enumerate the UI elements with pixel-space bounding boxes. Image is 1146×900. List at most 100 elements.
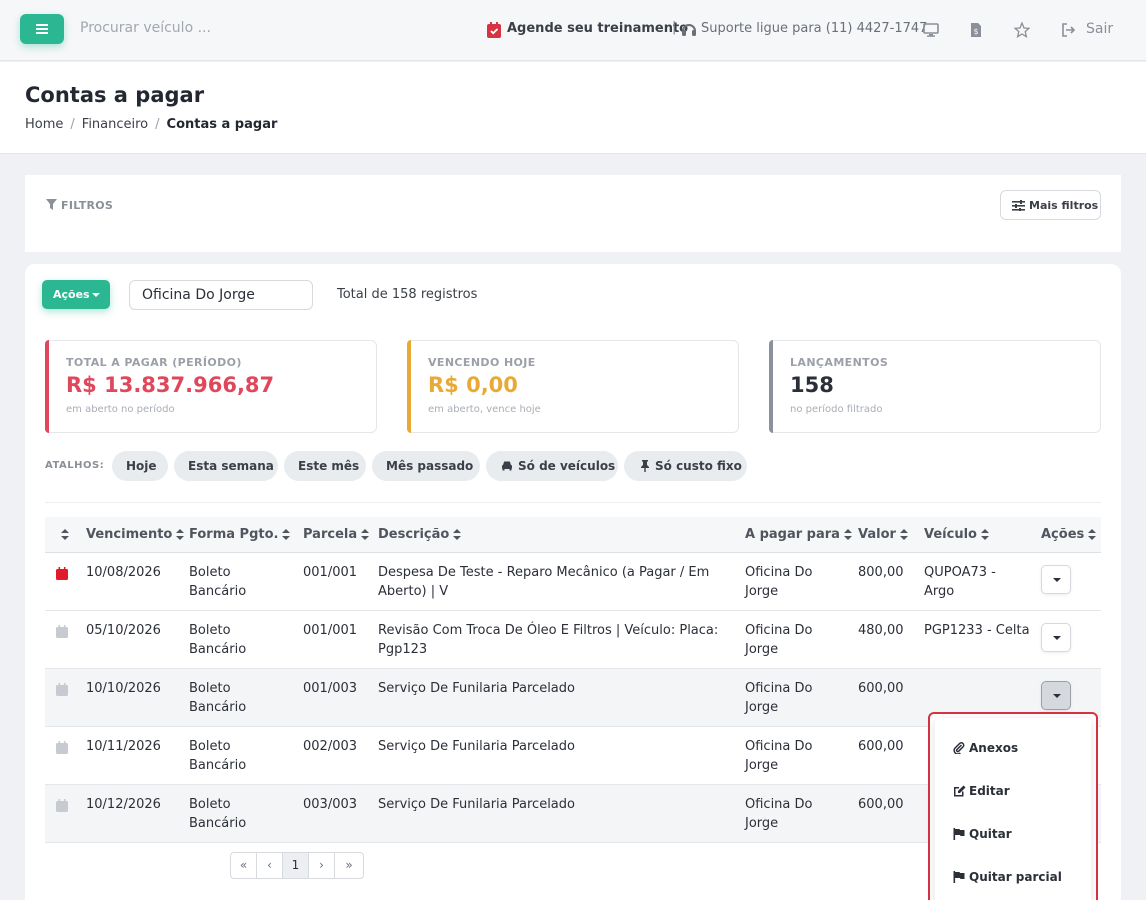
logout-button[interactable]: Sair <box>1086 21 1113 37</box>
column-header-due[interactable]: Vencimento <box>86 527 185 542</box>
total-records-text: Total de 158 registros <box>337 287 478 302</box>
payment-method: Boleto Bancário <box>189 737 246 775</box>
shortcut-this-week[interactable]: Esta semana <box>174 451 278 481</box>
filters-panel: FILTROS Mais filtros <box>25 175 1121 252</box>
stat-label: VENCENDO HOJE <box>428 356 536 369</box>
column-header-payment-method[interactable]: Forma Pgto. <box>189 527 291 542</box>
table-row[interactable]: 10/08/2026 Boleto Bancário 001/001 Despes… <box>45 553 1101 611</box>
calendar-icon <box>56 741 68 754</box>
shortcut-this-month[interactable]: Este mês <box>284 451 366 481</box>
description-line: Revisão Com Troca De Óleo E Filtros | Ve… <box>378 623 719 638</box>
installment: 002/003 <box>303 739 358 754</box>
stat-value: R$ 0,00 <box>428 373 518 397</box>
column-header-label: Forma Pgto. <box>189 527 279 542</box>
sort-icon <box>1088 529 1097 540</box>
monitor-icon[interactable] <box>923 23 939 37</box>
table-header: Vencimento Forma Pgto. Parcela Descrição… <box>45 517 1101 553</box>
shortcut-last-month[interactable]: Mês passado <box>372 451 480 481</box>
menu-item-label: Anexos <box>969 741 1019 755</box>
payment-method-line: Boleto <box>189 565 231 580</box>
filter-icon <box>46 199 57 210</box>
description-line: Pgp123 <box>378 642 428 657</box>
due-date: 05/10/2026 <box>86 623 161 638</box>
pagination-page[interactable]: 1 <box>283 853 309 878</box>
sort-icon <box>843 529 852 540</box>
document-money-icon[interactable]: $ <box>970 22 982 38</box>
shortcut-today[interactable]: Hoje <box>112 451 168 481</box>
pagination-first[interactable]: « <box>231 853 257 878</box>
payment-method-line: Boleto <box>189 681 231 696</box>
breadcrumb-current: Contas a pagar <box>166 117 278 132</box>
flag-icon <box>953 828 965 840</box>
vehicle-line: QUPOA73 - <box>924 565 996 580</box>
menu-item-label: Quitar <box>969 827 1012 841</box>
column-header-actions[interactable]: Ações <box>1041 527 1097 542</box>
pin-icon <box>641 460 649 472</box>
payee-line: Oficina Do <box>745 623 813 638</box>
payment-method: Boleto Bancário <box>189 679 246 717</box>
shortcut-vehicles-only[interactable]: Só de veículos <box>486 451 618 481</box>
shortcut-label: Este mês <box>298 459 360 473</box>
pagination-prev[interactable]: ‹ <box>257 853 283 878</box>
more-filters-button[interactable]: Mais filtros <box>1000 190 1101 220</box>
column-header-value[interactable]: Valor <box>858 527 908 542</box>
actions-dropdown-button[interactable]: Ações <box>42 280 110 309</box>
calendar-icon <box>56 683 68 696</box>
column-header-payee[interactable]: A pagar para <box>745 527 852 542</box>
description: Serviço De Funilaria Parcelado <box>378 739 575 754</box>
column-header-description[interactable]: Descrição <box>378 527 462 542</box>
logout-icon[interactable] <box>1061 23 1076 37</box>
edit-icon <box>954 785 966 797</box>
shortcut-fixed-cost-only[interactable]: Só custo fixo <box>624 451 747 481</box>
caret-down-icon <box>1053 636 1061 640</box>
vehicle: QUPOA73 - Argo <box>924 563 996 601</box>
installment: 001/001 <box>303 565 358 580</box>
stat-subtext: em aberto no período <box>66 404 175 415</box>
menu-icon <box>36 24 48 34</box>
sort-icon <box>61 529 69 540</box>
supplier-filter-input[interactable] <box>129 280 313 310</box>
sliders-icon <box>1012 200 1025 211</box>
flag-icon <box>953 871 965 883</box>
menu-button[interactable] <box>20 14 64 44</box>
due-date: 10/11/2026 <box>86 739 161 754</box>
breadcrumb-financeiro[interactable]: Financeiro <box>82 117 148 132</box>
payment-method-line: Boleto <box>189 739 231 754</box>
shortcut-label: Só de veículos <box>518 459 616 473</box>
payee-line: Oficina Do <box>745 681 813 696</box>
sort-icon <box>899 529 908 540</box>
payment-method: Boleto Bancário <box>189 563 246 601</box>
row-actions-button[interactable] <box>1041 623 1071 652</box>
pagination-last[interactable]: » <box>335 853 363 878</box>
column-header-vehicle[interactable]: Veículo <box>924 527 989 542</box>
payment-method: Boleto Bancário <box>189 795 246 833</box>
stat-card-due-today: VENCENDO HOJE R$ 0,00 em aberto, vence h… <box>407 340 739 433</box>
breadcrumb-home[interactable]: Home <box>25 117 63 132</box>
stat-card-total: TOTAL A PAGAR (PERÍODO) R$ 13.837.966,87… <box>45 340 377 433</box>
description: Revisão Com Troca De Óleo E Filtros | Ve… <box>378 621 718 659</box>
description-line: Despesa De Teste - Reparo Mecânico (a Pa… <box>378 565 710 580</box>
table-row[interactable]: 05/10/2026 Boleto Bancário 001/001 Revisã… <box>45 611 1101 669</box>
payment-method-line: Boleto <box>189 623 231 638</box>
schedule-training-link[interactable]: Agende seu treinamento <box>507 21 688 36</box>
breadcrumb: Home / Financeiro / Contas a pagar <box>25 117 277 132</box>
menu-item-label: Editar <box>969 784 1010 798</box>
actions-button-label: Ações <box>53 288 90 301</box>
breadcrumb-separator: / <box>155 117 160 132</box>
row-actions-button[interactable] <box>1041 565 1071 594</box>
headset-icon <box>682 24 696 36</box>
payment-method-line: Bancário <box>189 700 247 715</box>
payee-line: Jorge <box>745 700 779 715</box>
stat-subtext: em aberto, vence hoje <box>428 404 541 415</box>
column-header-label: Parcela <box>303 527 358 542</box>
vehicle-search-input[interactable]: Procurar veículo ... <box>80 20 211 36</box>
row-actions-button[interactable] <box>1041 681 1071 710</box>
column-header-installment[interactable]: Parcela <box>303 527 370 542</box>
sort-all-header[interactable] <box>57 527 69 542</box>
column-header-label: Ações <box>1041 527 1085 542</box>
pagination-next[interactable]: › <box>309 853 335 878</box>
shortcuts-label: ATALHOS: <box>45 460 105 471</box>
row-actions-menu-list: Anexos Editar Quitar Quitar parcial <box>935 718 1091 900</box>
calendar-overdue-icon <box>56 567 68 580</box>
star-icon[interactable] <box>1014 22 1030 38</box>
